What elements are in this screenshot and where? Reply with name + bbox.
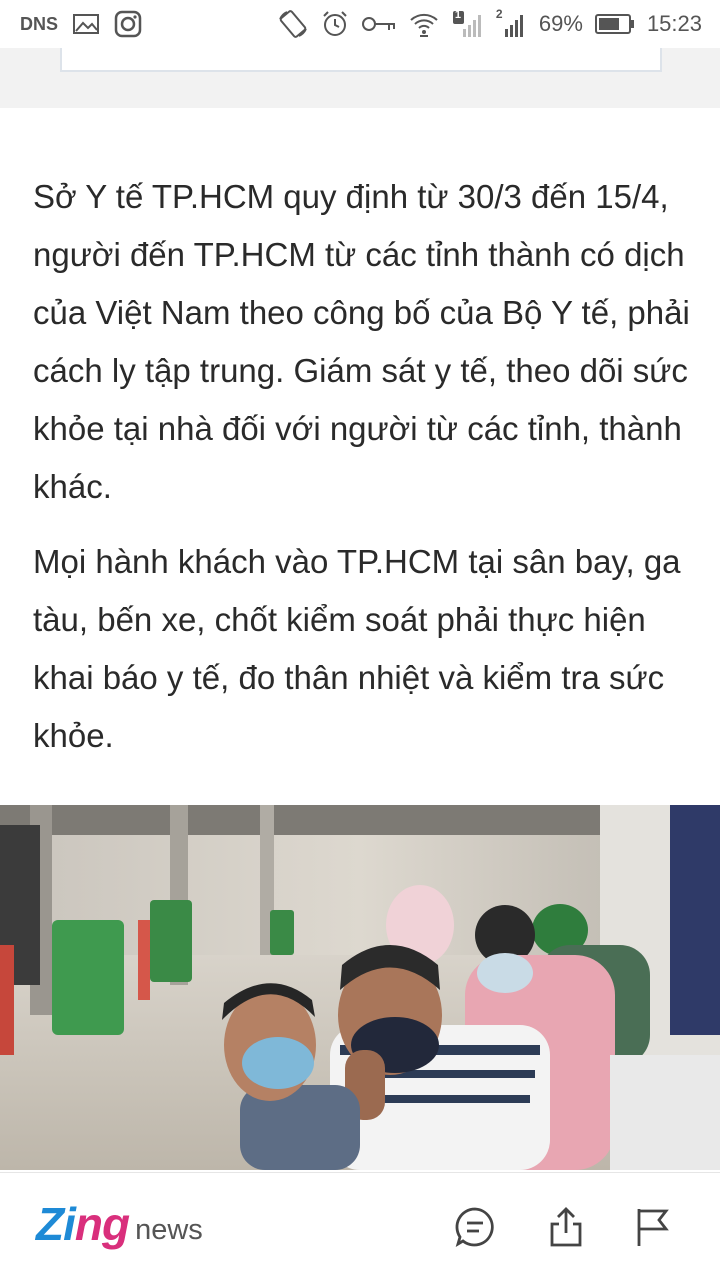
instagram-icon [114,10,142,38]
rotate-icon [277,9,309,39]
logo-zing-text: Zing [36,1198,130,1250]
flag-icon [637,1209,669,1246]
comment-button[interactable] [451,1203,499,1251]
article-paragraph: Sở Y tế TP.HCM quy định từ 30/3 đến 15/4… [33,178,690,505]
battery-icon [594,13,635,35]
share-icon [550,1207,582,1247]
previous-card-band [0,48,720,108]
carrier-label: DNS [20,13,59,34]
clock: 15:23 [646,11,702,36]
battery-percent: 69% [538,11,583,36]
share-button[interactable] [542,1203,590,1251]
photo-illustration [0,805,720,1170]
zing-news-logo[interactable]: Zing news [36,1201,203,1247]
alarm-icon [321,10,349,38]
logo-news-text: news [135,1214,203,1246]
article-photo[interactable] [0,805,720,1170]
wifi-icon [409,10,439,38]
previous-card [60,48,662,72]
key-icon [361,13,397,35]
comment-icon [455,1207,494,1248]
status-bar-left: DNS [0,10,142,38]
bottom-toolbar: Zing news [0,1172,720,1281]
sim2-label: 2 [495,7,503,21]
article-paragraph: Mọi hành khách vào TP.HCM tại sân bay, g… [33,543,681,754]
article-body: Sở Y tế TP.HCM quy định từ 30/3 đến 15/4… [33,168,693,782]
sim1-label: 1 [454,9,462,21]
report-button[interactable] [628,1203,676,1251]
signal-icon-sim2: 2 [495,7,527,39]
image-icon [72,13,100,35]
status-bar-right: 1 2 69% 15:23 [277,7,720,39]
status-bar: DNS 1 2 69% 15:23 [0,0,720,48]
signal-icon-sim1: 1 [451,9,483,39]
